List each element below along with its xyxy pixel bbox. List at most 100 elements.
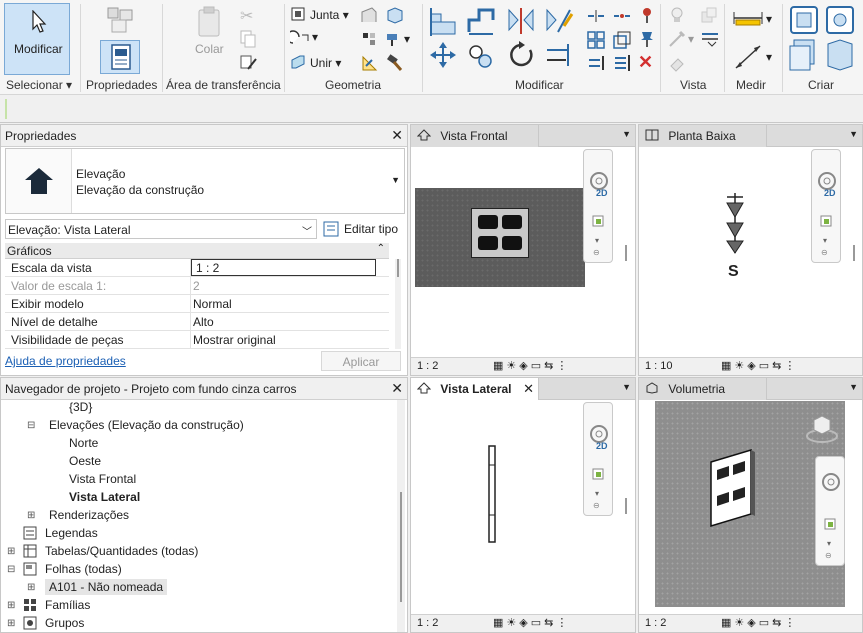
tab-vista-frontal[interactable]: Vista Frontal: [411, 125, 539, 147]
view-volumetria[interactable]: Volumetria ▼ ▾ ⊖ 1 : 2 ▦☀◈▭⇆⋮: [638, 377, 863, 633]
collapse-toggle-icon[interactable]: ⊟: [7, 564, 15, 575]
tree-item-elevacoes[interactable]: Elevações (Elevação da construção): [49, 418, 244, 432]
view-controls-icons[interactable]: ▦☀◈▭⇆⋮: [721, 359, 798, 372]
edit-type-button[interactable]: Editar tipo: [323, 219, 405, 239]
align-icon[interactable]: [428, 6, 458, 36]
view-planta-baixa[interactable]: Planta Baixa ▼ S 2D ▾ ⊖ 1 : 10 ▦☀◈▭⇆⋮: [638, 124, 863, 376]
linework-icon[interactable]: [668, 30, 686, 48]
unite-button[interactable]: Unir ▾: [310, 56, 341, 70]
property-row[interactable]: Exibir modelo Normal: [5, 295, 389, 313]
aligned-dimension-icon[interactable]: [732, 42, 764, 72]
override-graphics-icon[interactable]: [700, 6, 718, 24]
type-dropdown-icon[interactable]: ▼: [391, 175, 400, 185]
scale-label[interactable]: 1 : 2: [417, 617, 438, 629]
split-face-icon[interactable]: [386, 6, 404, 24]
thin-lines-icon[interactable]: [700, 30, 720, 48]
close-icon[interactable]: ⊖: [593, 501, 600, 510]
copy-element-icon[interactable]: [466, 40, 496, 70]
mirror-draw-icon[interactable]: [544, 6, 574, 36]
view-menu-icon[interactable]: ▼: [849, 129, 858, 139]
cut-icon[interactable]: ✂: [240, 6, 253, 26]
collapse-toggle-icon[interactable]: ⊟: [27, 420, 35, 431]
navigation-bar[interactable]: 2D ▾ ⊖: [811, 149, 841, 263]
cope-icon[interactable]: [290, 6, 306, 22]
view-controls-icons[interactable]: ▦☀◈▭⇆⋮: [493, 359, 570, 372]
eraser-icon[interactable]: [668, 54, 686, 72]
tree-item-vista-frontal[interactable]: Vista Frontal: [69, 472, 136, 486]
paste-icon[interactable]: [196, 6, 222, 40]
mirror-axis-icon[interactable]: [506, 6, 536, 36]
create-assembly-icon[interactable]: [788, 4, 820, 36]
close-tab-icon[interactable]: ✕: [523, 381, 534, 397]
apply-button[interactable]: Aplicar: [321, 351, 401, 371]
close-icon[interactable]: ⊖: [825, 551, 832, 560]
navigation-bar[interactable]: ▾ ⊖: [815, 456, 845, 566]
view-menu-icon[interactable]: ▼: [622, 382, 631, 392]
expand-toggle-icon[interactable]: ⊞: [7, 546, 15, 557]
navigation-bar[interactable]: 2D ▾ ⊖: [583, 402, 613, 516]
view-vista-frontal[interactable]: Vista Frontal ▼ 2D ▾ ⊖ 1 : 2 ▦☀◈▭⇆⋮: [410, 124, 636, 376]
tree-item-tabelas[interactable]: Tabelas/Quantidades (todas): [45, 544, 198, 558]
measure-icon[interactable]: [732, 8, 764, 28]
tab-planta-baixa[interactable]: Planta Baixa: [639, 125, 767, 147]
expand-toggle-icon[interactable]: ⊞: [7, 600, 15, 611]
demolish-icon[interactable]: [360, 30, 378, 48]
scale-icon[interactable]: [612, 30, 632, 50]
modificar-button[interactable]: Modificar: [4, 3, 70, 75]
property-row[interactable]: Visibilidade de peças Mostrar original: [5, 331, 389, 349]
tree-item-grupos[interactable]: Grupos: [45, 616, 84, 630]
tree-item-renderizacoes[interactable]: Renderizações: [49, 508, 129, 522]
browser-scrollbar[interactable]: [397, 400, 405, 632]
wall-joins-icon[interactable]: [360, 6, 378, 24]
join-button[interactable]: Junta ▾: [310, 8, 349, 22]
view-menu-icon[interactable]: ▼: [849, 382, 858, 392]
expand-toggle-icon[interactable]: ⊞: [7, 618, 15, 629]
type-properties-icon[interactable]: [106, 6, 136, 34]
create-group-icon[interactable]: [824, 4, 856, 36]
unite-icon[interactable]: [290, 54, 306, 70]
hammer-icon[interactable]: [386, 54, 404, 72]
extend-multiple-icon[interactable]: [612, 54, 632, 72]
view-scrollbar[interactable]: [625, 498, 627, 514]
tree-item-folhas[interactable]: Folhas (todas): [45, 562, 122, 576]
close-icon[interactable]: ⊖: [821, 248, 828, 257]
pin-icon[interactable]: [638, 30, 656, 48]
create-parts-icon[interactable]: [788, 38, 820, 72]
property-row[interactable]: Nível de detalhe Alto: [5, 313, 389, 331]
split-gap-icon[interactable]: [612, 8, 632, 24]
instance-selector[interactable]: Elevação: Vista Lateral ﹀: [5, 219, 317, 239]
properties-scrollbar[interactable]: [395, 259, 401, 349]
properties-help-link[interactable]: Ajuda de propriedades: [5, 354, 126, 368]
viewcube-icon[interactable]: [805, 412, 839, 444]
tree-item-oeste[interactable]: Oeste: [69, 454, 101, 468]
tree-item-legendas[interactable]: Legendas: [45, 526, 98, 540]
view-scrollbar[interactable]: [853, 245, 855, 261]
trim-extend-icon[interactable]: [544, 40, 574, 70]
cut-geometry-icon[interactable]: [290, 30, 314, 46]
section-graficos[interactable]: Gráficos ⌃: [5, 243, 389, 259]
scale-label[interactable]: 1 : 10: [645, 360, 673, 372]
offset-icon[interactable]: [466, 6, 496, 36]
match-properties-icon[interactable]: [240, 54, 258, 72]
tree-item-a101[interactable]: A101 - Não nomeada: [45, 579, 168, 595]
type-selector[interactable]: Elevação Elevação da construção ▼: [5, 148, 405, 214]
view-vista-lateral[interactable]: Vista Lateral ✕ ▼ 2D ▾ ⊖ 1 : 2 ▦☀◈▭⇆⋮: [410, 377, 636, 633]
scale-label[interactable]: 1 : 2: [645, 617, 666, 629]
delete-icon[interactable]: ✕: [638, 52, 653, 73]
split-element-icon[interactable]: [586, 8, 606, 24]
view-controls-icons[interactable]: ▦☀◈▭⇆⋮: [493, 616, 570, 629]
extend-single-icon[interactable]: [586, 54, 606, 72]
paint-icon[interactable]: [384, 30, 402, 48]
tree-item-norte[interactable]: Norte: [69, 436, 98, 450]
properties-button[interactable]: [100, 40, 140, 74]
move-icon[interactable]: [428, 40, 458, 70]
tab-volumetria[interactable]: Volumetria: [639, 378, 767, 400]
navigation-bar[interactable]: 2D ▾ ⊖: [583, 149, 613, 263]
array-icon[interactable]: [586, 30, 606, 50]
rotate-icon[interactable]: [506, 40, 536, 70]
view-menu-icon[interactable]: ▼: [622, 129, 631, 139]
group-selecionar-label[interactable]: Selecionar ▾: [6, 78, 72, 92]
edit-ruler-icon[interactable]: [360, 54, 378, 72]
tree-item-vista-lateral[interactable]: Vista Lateral: [69, 490, 140, 504]
scale-label[interactable]: 1 : 2: [417, 360, 438, 372]
